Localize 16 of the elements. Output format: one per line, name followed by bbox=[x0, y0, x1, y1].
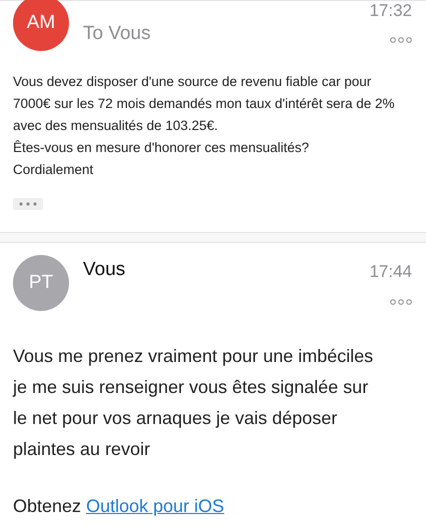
message-text: Vous me prenez vraiment pour une imbéciles je me suis renseigner vous êtes signalée sur le net pour vos arnaques je vais déposer plaintes au revoir bbox=[13, 345, 374, 461]
message-text: Cordialement bbox=[13, 161, 94, 179]
ellipsis-icon bbox=[18, 202, 38, 206]
avatar: AM bbox=[13, 0, 69, 51]
signature-text: Obtenez bbox=[13, 496, 82, 516]
more-options-icon[interactable] bbox=[390, 37, 412, 43]
sender-name: Vous bbox=[83, 259, 126, 281]
sender-name: To Vous bbox=[83, 23, 152, 45]
message-time: 17:32 bbox=[369, 1, 412, 21]
message-text: Êtes-vous en mesure d'honorer ces mensualités? bbox=[13, 139, 310, 157]
message-time: 17:44 bbox=[369, 262, 412, 282]
avatar: PT bbox=[13, 255, 69, 311]
outlook-link[interactable]: Outlook pour iOS bbox=[86, 496, 224, 516]
more-options-icon[interactable] bbox=[390, 299, 412, 305]
show-quoted-button[interactable] bbox=[13, 198, 43, 210]
message-text: Vous devez disposer d'une source de revenu fiable car pour 7000€ sur les 72 mois demandés mon taux d'intérêt sera de 2% avec des mensualités de 103.25€. bbox=[13, 73, 396, 135]
